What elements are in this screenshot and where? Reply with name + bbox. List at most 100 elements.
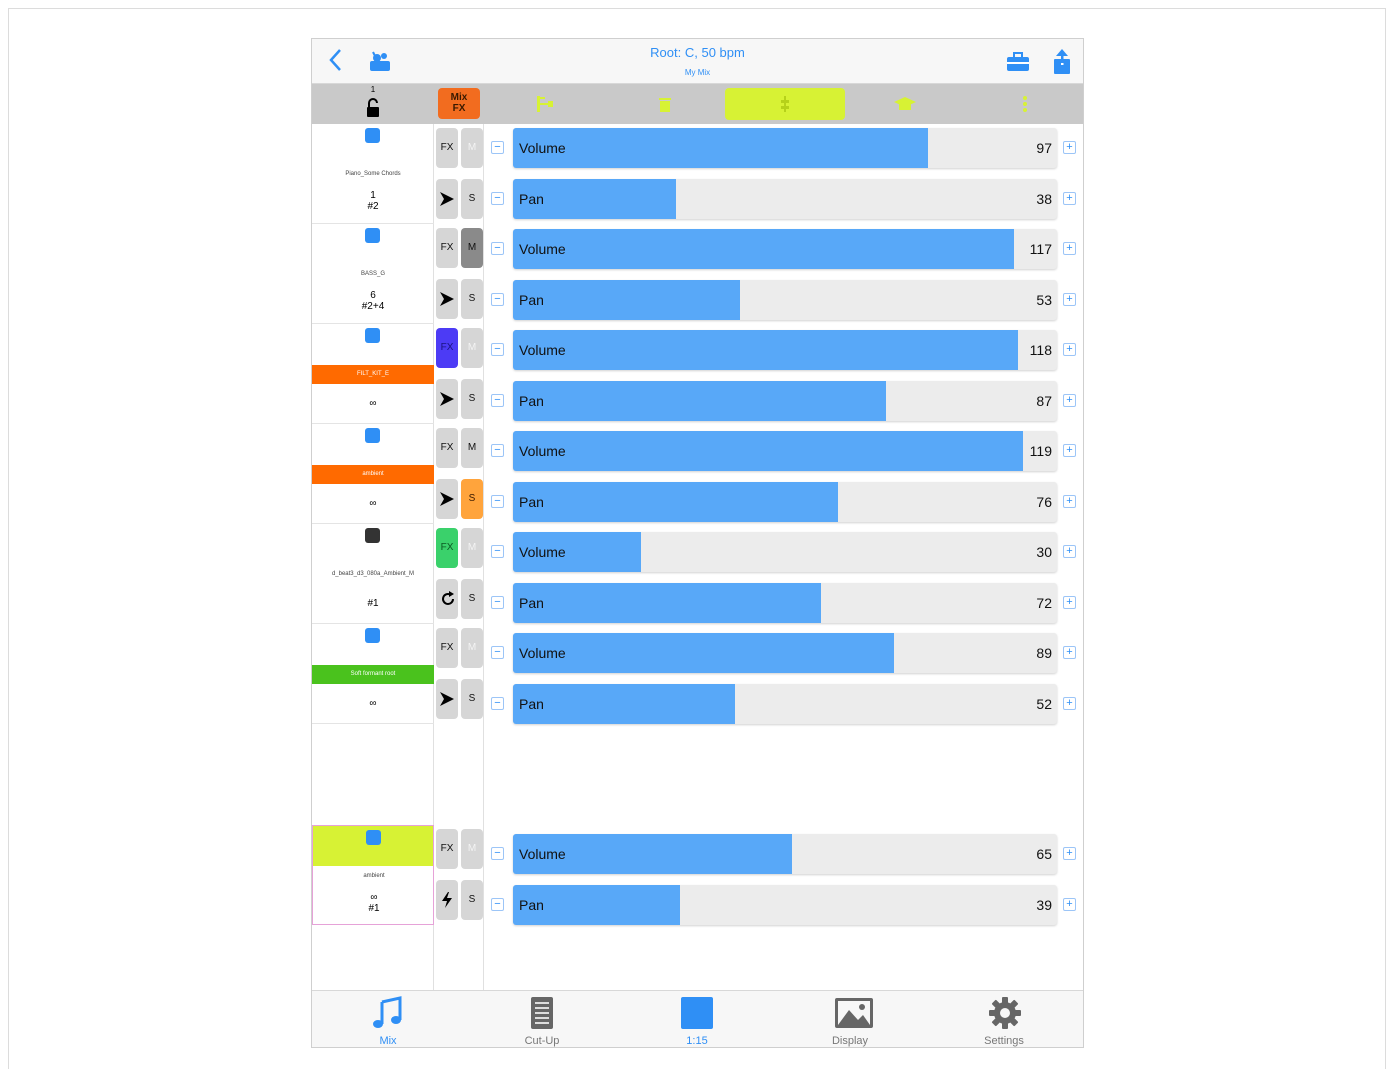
mute-button[interactable]: M <box>461 829 483 869</box>
increment-button[interactable]: + <box>1063 242 1076 255</box>
pan-row: − Pan 39 + <box>488 885 1082 925</box>
mute-button[interactable]: M <box>461 328 483 368</box>
decrement-button[interactable]: − <box>491 596 504 609</box>
increment-button[interactable]: + <box>1063 697 1076 710</box>
fx-button[interactable]: FX <box>436 428 458 468</box>
volume-slider[interactable]: Volume 30 <box>513 532 1057 572</box>
pan-slider[interactable]: Pan 52 <box>513 684 1057 724</box>
mute-button[interactable]: M <box>461 628 483 668</box>
send-button[interactable] <box>436 279 458 319</box>
fx-button[interactable]: FX <box>436 829 458 869</box>
mix-fx-line1: Mix <box>450 92 468 103</box>
increment-button[interactable]: + <box>1063 646 1076 659</box>
decrement-button[interactable]: − <box>491 394 504 407</box>
param-label: Volume <box>519 241 566 257</box>
decrement-button[interactable]: − <box>491 898 504 911</box>
increment-button[interactable]: + <box>1063 596 1076 609</box>
solo-button[interactable]: S <box>461 279 483 319</box>
increment-button[interactable]: + <box>1063 394 1076 407</box>
unlocked-lock-icon[interactable] <box>365 98 381 118</box>
track-info: #1 <box>367 598 379 609</box>
decrement-button[interactable]: − <box>491 545 504 558</box>
mix-fx-button[interactable]: Mix FX <box>438 88 480 119</box>
fx-button[interactable]: FX <box>436 228 458 268</box>
solo-button[interactable]: S <box>461 579 483 619</box>
volume-slider[interactable]: Volume 118 <box>513 330 1057 370</box>
volume-slider[interactable]: Volume 97 <box>513 128 1057 168</box>
increment-button[interactable]: + <box>1063 847 1076 860</box>
decrement-button[interactable]: − <box>491 495 504 508</box>
increment-button[interactable]: + <box>1063 444 1076 457</box>
decrement-button[interactable]: − <box>491 343 504 356</box>
increment-button[interactable]: + <box>1063 545 1076 558</box>
increment-button[interactable]: + <box>1063 343 1076 356</box>
tab-settings[interactable]: Settings <box>944 991 1064 1047</box>
decrement-button[interactable]: − <box>491 242 504 255</box>
tab-bar: Mix Cut-Up 1:15 Display Settings <box>312 990 1083 1047</box>
track-cell-2[interactable]: BASS_G 6 #2+4 <box>312 224 434 324</box>
increment-button[interactable]: + <box>1063 495 1076 508</box>
send-button[interactable] <box>436 479 458 519</box>
fx-button[interactable]: FX <box>436 328 458 368</box>
mute-button[interactable]: M <box>461 128 483 168</box>
mute-button[interactable]: M <box>461 228 483 268</box>
track-info: 1 #2 <box>367 190 379 212</box>
loop-button[interactable] <box>436 579 458 619</box>
send-button[interactable] <box>436 379 458 419</box>
track-cell-5[interactable]: d_beat3_d3_080a_Ambient_M #1 <box>312 524 434 624</box>
solo-button[interactable]: S <box>461 679 483 719</box>
tab-timer[interactable]: 1:15 <box>637 991 757 1047</box>
pan-slider[interactable]: Pan 39 <box>513 885 1057 925</box>
track-cell-4[interactable]: ambient ∞ <box>312 424 434 524</box>
tool-more-button[interactable] <box>965 88 1083 120</box>
mute-button[interactable]: M <box>461 428 483 468</box>
increment-button[interactable]: + <box>1063 898 1076 911</box>
fx-button[interactable]: FX <box>436 628 458 668</box>
track-cell-1[interactable]: Piano_Some Chords 1 #2 <box>312 124 434 224</box>
tab-mix[interactable]: Mix <box>328 991 448 1047</box>
decrement-button[interactable]: − <box>491 444 504 457</box>
master-track-cell[interactable]: ambient ∞ #1 <box>312 825 434 925</box>
send-button[interactable] <box>436 679 458 719</box>
decrement-button[interactable]: − <box>491 141 504 154</box>
increment-button[interactable]: + <box>1063 293 1076 306</box>
pan-slider[interactable]: Pan 87 <box>513 381 1057 421</box>
decrement-button[interactable]: − <box>491 293 504 306</box>
send-button[interactable] <box>436 179 458 219</box>
decrement-button[interactable]: − <box>491 646 504 659</box>
mute-button[interactable]: M <box>461 528 483 568</box>
volume-slider[interactable]: Volume 65 <box>513 834 1057 874</box>
solo-button[interactable]: S <box>461 479 483 519</box>
pan-slider[interactable]: Pan 38 <box>513 179 1057 219</box>
decrement-button[interactable]: − <box>491 847 504 860</box>
track-cell-3[interactable]: FILT_KIT_E ∞ <box>312 324 434 424</box>
solo-button[interactable]: S <box>461 379 483 419</box>
solo-button[interactable]: S <box>461 179 483 219</box>
pan-slider[interactable]: Pan 76 <box>513 482 1057 522</box>
tool-delete-button[interactable] <box>605 88 725 120</box>
tool-adjust-button[interactable] <box>725 88 845 120</box>
tool-branch-button[interactable] <box>485 88 605 120</box>
trigger-button[interactable] <box>436 880 458 920</box>
decrement-button[interactable]: − <box>491 192 504 205</box>
increment-button[interactable]: + <box>1063 141 1076 154</box>
pan-slider[interactable]: Pan 53 <box>513 280 1057 320</box>
volume-slider[interactable]: Volume 117 <box>513 229 1057 269</box>
fx-button[interactable]: FX <box>436 528 458 568</box>
pan-slider[interactable]: Pan 72 <box>513 583 1057 623</box>
volume-slider[interactable]: Volume 89 <box>513 633 1057 673</box>
tool-learn-button[interactable] <box>845 88 965 120</box>
share-icon[interactable] <box>1051 49 1073 75</box>
decrement-button[interactable]: − <box>491 697 504 710</box>
fx-button[interactable]: FX <box>436 128 458 168</box>
volume-slider[interactable]: Volume 119 <box>513 431 1057 471</box>
tab-display[interactable]: Display <box>790 991 910 1047</box>
param-label: Pan <box>519 897 544 913</box>
increment-button[interactable]: + <box>1063 192 1076 205</box>
page-title[interactable]: Root: C, 50 bpm <box>312 45 1083 60</box>
tab-cut-up[interactable]: Cut-Up <box>482 991 602 1047</box>
solo-button[interactable]: S <box>461 880 483 920</box>
toolbox-icon[interactable] <box>1006 52 1030 72</box>
track-cell-6[interactable]: Soft formant root ∞ <box>312 624 434 724</box>
lock-area[interactable]: 1 <box>312 84 434 124</box>
